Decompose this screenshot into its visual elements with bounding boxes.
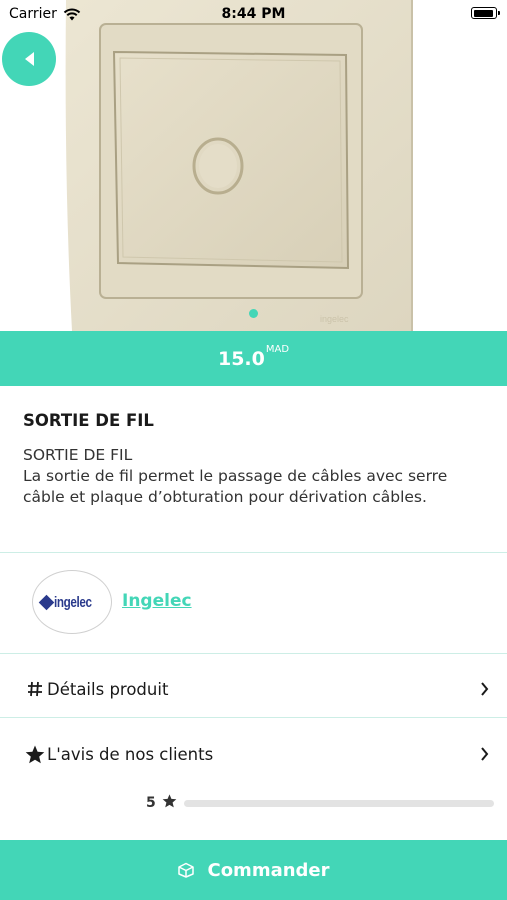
chevron-right-icon bbox=[481, 747, 489, 761]
order-button-label: Commander bbox=[207, 859, 330, 881]
status-time: 8:44 PM bbox=[221, 6, 286, 22]
order-button[interactable]: Commander bbox=[0, 840, 507, 900]
box-icon bbox=[178, 862, 195, 878]
product-description-section: SORTIE DE FIL SORTIE DE FIL La sortie de… bbox=[0, 386, 507, 552]
rating-row-5: 5 bbox=[146, 794, 494, 812]
brand-logo[interactable]: ingelec bbox=[32, 570, 112, 634]
product-description: SORTIE DE FIL La sortie de fil permet le… bbox=[23, 446, 448, 506]
divider bbox=[0, 717, 507, 718]
svg-text:ingelec: ingelec bbox=[320, 314, 349, 324]
back-button[interactable] bbox=[2, 32, 56, 86]
carousel-dot-active[interactable] bbox=[249, 309, 258, 318]
star-icon bbox=[25, 745, 45, 764]
wall-switch-illustration: ingelec bbox=[65, 0, 413, 331]
brand-link[interactable]: Ingelec bbox=[122, 591, 192, 611]
customer-reviews-label: L'avis de nos clients bbox=[47, 744, 214, 764]
chevron-right-icon bbox=[481, 682, 489, 696]
price-currency: MAD bbox=[265, 344, 290, 355]
status-bar: Carrier 8:44 PM bbox=[0, 0, 507, 28]
product-details-row[interactable]: Détails produit bbox=[0, 657, 507, 721]
hash-icon bbox=[25, 681, 45, 697]
product-details-label: Détails produit bbox=[47, 679, 169, 699]
battery-icon bbox=[471, 7, 500, 19]
star-icon bbox=[162, 794, 180, 812]
customer-reviews-row[interactable]: L'avis de nos clients bbox=[0, 722, 507, 786]
product-image[interactable]: ingelec bbox=[0, 0, 507, 331]
divider bbox=[0, 653, 507, 654]
brand-diamond-icon bbox=[39, 594, 55, 610]
price-amount: 15.0 bbox=[217, 347, 265, 370]
product-title: SORTIE DE FIL bbox=[23, 411, 154, 430]
rating-stars-count: 5 bbox=[146, 795, 156, 811]
brand-section: ingelec Ingelec bbox=[0, 553, 507, 653]
brand-logo-text: ingelec bbox=[54, 593, 92, 611]
rating-progress-bar bbox=[184, 799, 494, 807]
price-bar: 15.0 MAD bbox=[0, 331, 507, 386]
chevron-left-icon bbox=[25, 52, 34, 66]
